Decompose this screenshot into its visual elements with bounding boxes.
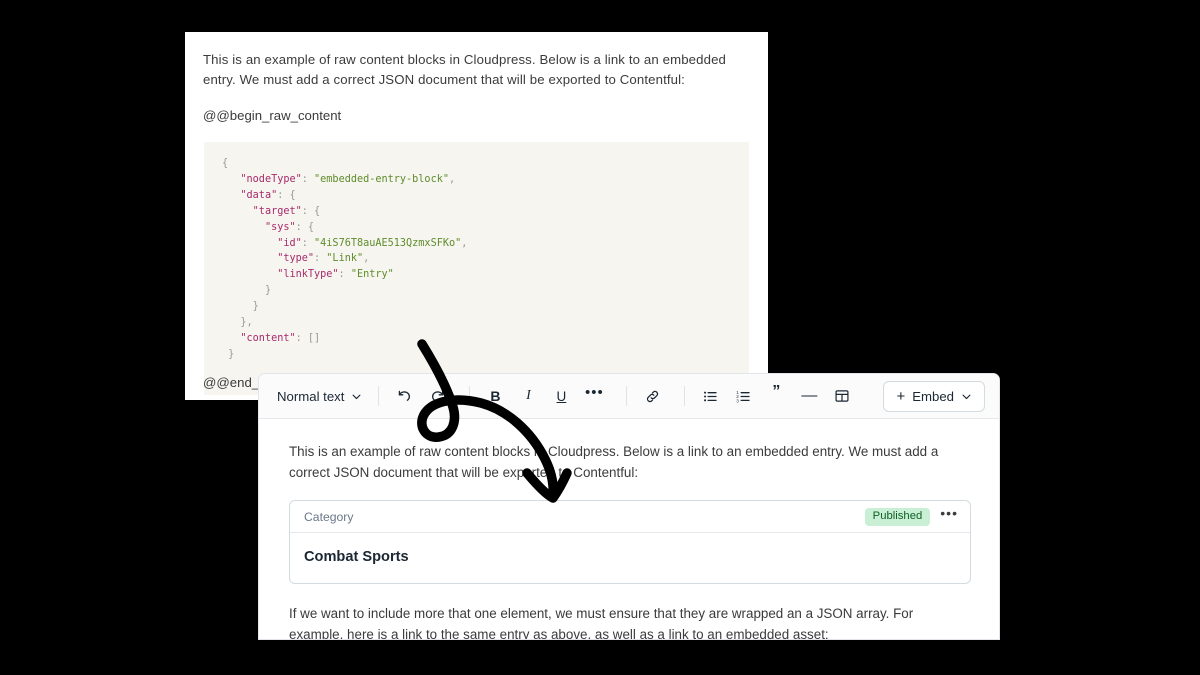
more-formatting-button[interactable]: ••• — [581, 383, 607, 409]
toolbar-divider-3 — [626, 386, 628, 406]
json-close-sys: } — [264, 285, 272, 297]
chevron-down-icon — [962, 394, 971, 399]
editor-toolbar: Normal text B I U ••• 1 2 3 ” — + Embed — [259, 374, 999, 419]
numbered-list-button[interactable]: 1 2 3 — [730, 383, 756, 409]
bulleted-list-icon — [703, 391, 717, 401]
rich-text-editor-panel: Normal text B I U ••• 1 2 3 ” — + Embed … — [258, 373, 1000, 640]
screenshot-stage: This is an example of raw content blocks… — [0, 0, 1200, 675]
json-line-open-brace: { — [222, 158, 229, 169]
editor-paragraph-2: If we want to include more that one elem… — [289, 606, 914, 640]
redo-icon — [431, 390, 444, 401]
json-close-root: } — [228, 348, 235, 360]
italic-button[interactable]: I — [515, 383, 541, 409]
undo-button[interactable] — [391, 383, 417, 409]
embed-label: Embed — [912, 388, 954, 404]
json-value-type: "Link" — [326, 253, 364, 265]
svg-text:3: 3 — [736, 398, 739, 403]
source-document-content: This is an example of raw content blocks… — [185, 32, 768, 395]
text-style-label: Normal text — [277, 388, 345, 404]
text-style-dropdown[interactable]: Normal text — [275, 385, 366, 408]
numbered-list-icon: 1 2 3 — [736, 390, 750, 403]
entry-card-header: Category Published ••• — [290, 501, 970, 533]
json-code-text: { "nodeType": "embedded-entry-block", "d… — [222, 158, 468, 360]
json-value-id: "4iS76T8auAE513QzmxSFKo" — [314, 237, 462, 249]
toolbar-divider-2 — [469, 386, 471, 406]
json-key-nodetype: "nodeType" — [240, 173, 302, 185]
json-key-type: "type" — [277, 253, 315, 265]
json-key-target: "target" — [252, 205, 302, 217]
undo-icon — [398, 390, 410, 401]
entry-card-title: Combat Sports — [304, 549, 409, 565]
plus-icon: + — [896, 387, 906, 405]
chevron-down-icon — [352, 394, 361, 399]
link-icon — [646, 390, 659, 402]
json-value-nodetype: "embedded-entry-block" — [314, 173, 449, 185]
link-button[interactable] — [639, 383, 665, 409]
table-button[interactable] — [829, 383, 855, 409]
json-key-id: "id" — [277, 237, 302, 249]
json-close-target: } — [252, 301, 259, 313]
source-intro-paragraph: This is an example of raw content blocks… — [203, 52, 726, 87]
json-key-data: "data" — [240, 189, 278, 201]
redo-button[interactable] — [424, 383, 450, 409]
json-close-data: }, — [240, 317, 253, 329]
blockquote-button[interactable]: ” — [763, 383, 789, 409]
embedded-entry-card[interactable]: Category Published ••• Combat Sports — [289, 500, 971, 584]
editor-content-area[interactable]: This is an example of raw content blocks… — [259, 419, 999, 640]
embed-dropdown-button[interactable]: + Embed — [883, 380, 985, 412]
toolbar-divider-1 — [378, 386, 380, 406]
json-value-content: [] — [307, 332, 321, 344]
source-document-panel: This is an example of raw content blocks… — [185, 32, 768, 400]
status-badge: Published — [864, 507, 931, 526]
toolbar-divider-4 — [684, 386, 686, 406]
entry-card-menu-button[interactable]: ••• — [940, 505, 958, 528]
underline-button[interactable]: U — [548, 383, 574, 409]
json-key-content: "content" — [240, 332, 296, 344]
editor-paragraph-1: This is an example of raw content blocks… — [289, 444, 939, 480]
json-key-linktype: "linkType" — [277, 269, 339, 281]
json-key-sys: "sys" — [264, 221, 296, 233]
table-icon — [835, 390, 849, 402]
entry-content-type: Category — [304, 509, 354, 524]
bold-button[interactable]: B — [482, 383, 508, 409]
horizontal-rule-button[interactable]: — — [796, 383, 822, 409]
json-value-linktype: "Entry" — [350, 269, 394, 281]
bulleted-list-button[interactable] — [697, 383, 723, 409]
begin-raw-content-marker: @@begin_raw_content — [203, 108, 342, 123]
json-code-block[interactable]: { "nodeType": "embedded-entry-block", "d… — [204, 142, 749, 395]
